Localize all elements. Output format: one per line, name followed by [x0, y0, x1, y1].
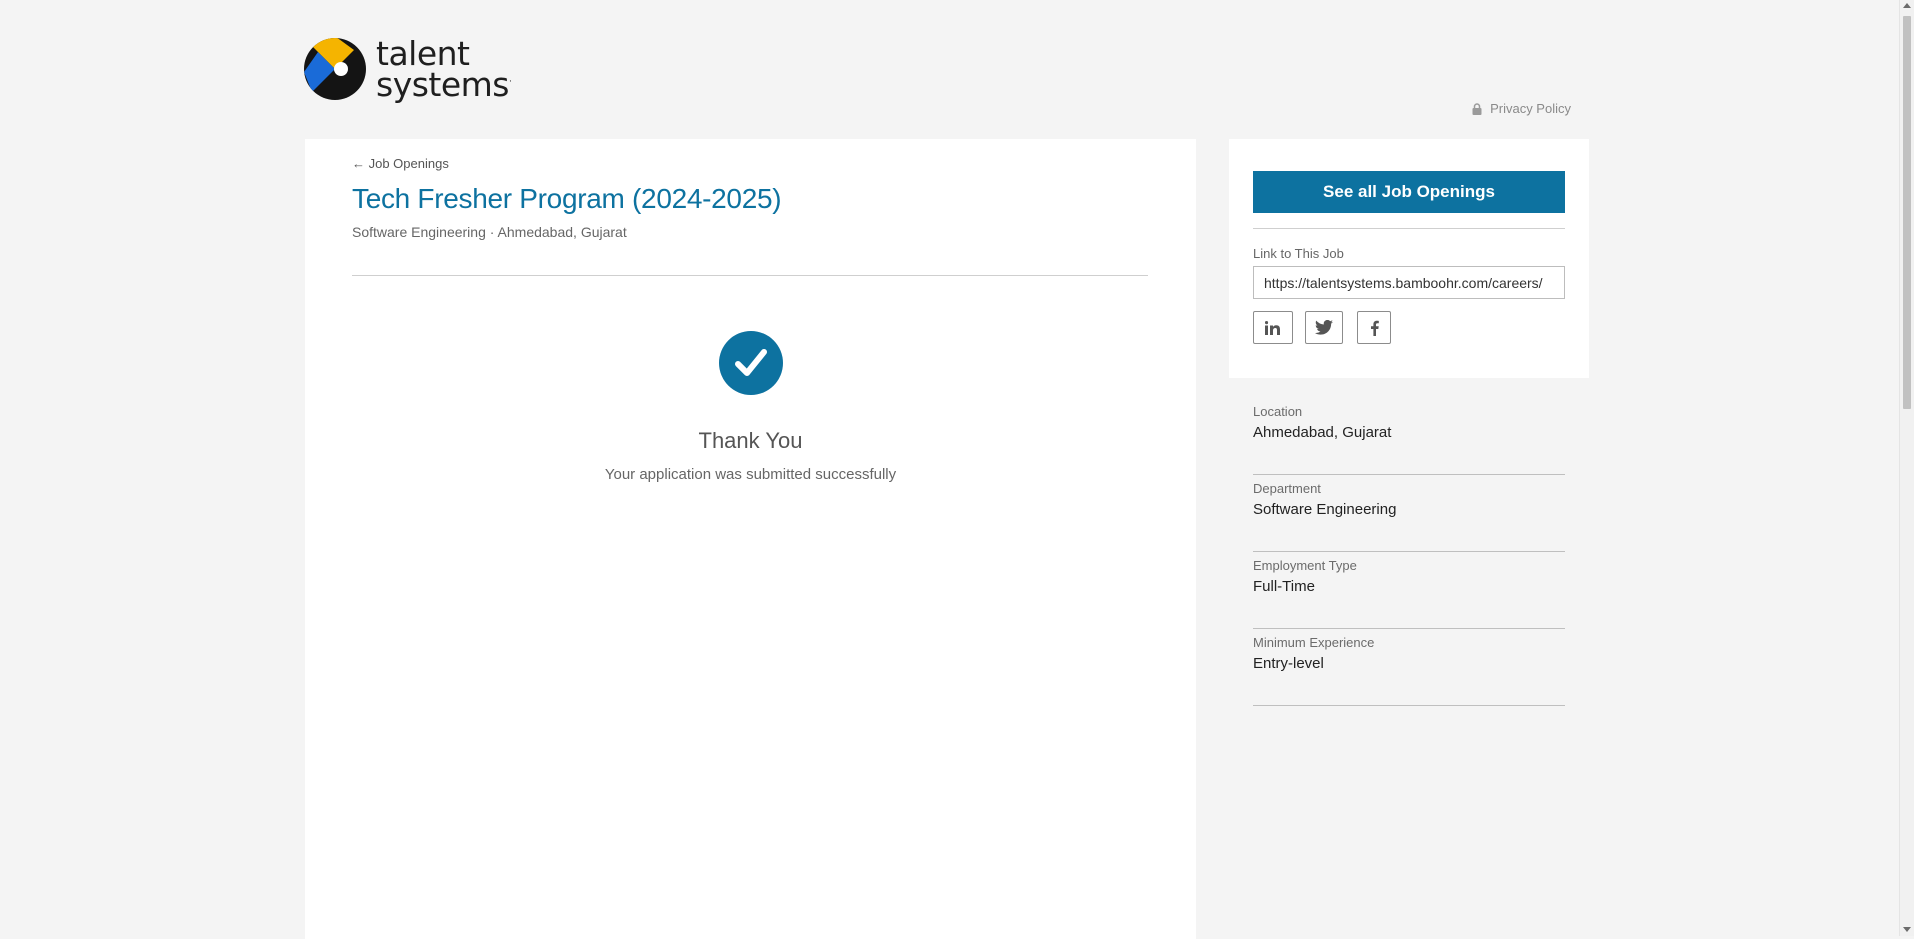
linkedin-icon: [1265, 320, 1280, 335]
submission-message: Your application was submitted successfu…: [604, 466, 897, 483]
job-link-field[interactable]: [1253, 266, 1565, 299]
detail-employment-type: Employment Type Full-Time: [1253, 552, 1565, 629]
detail-department: Department Software Engineering: [1253, 475, 1565, 552]
back-to-job-openings-link[interactable]: ← Job Openings: [352, 156, 449, 171]
scrollbar-thumb[interactable]: [1903, 16, 1911, 409]
detail-label: Location: [1253, 404, 1303, 419]
logo-mark-icon: [304, 38, 366, 100]
scroll-up-arrow-icon[interactable]: [1903, 3, 1911, 8]
logo-dot: ·: [509, 77, 512, 87]
detail-label: Minimum Experience: [1253, 635, 1375, 650]
job-subtitle: Software Engineering · Ahmedabad, Gujara…: [352, 224, 627, 240]
privacy-policy-label[interactable]: Privacy Policy: [1490, 101, 1571, 116]
job-details-list: Location Ahmedabad, Gujarat Department S…: [1253, 398, 1565, 706]
detail-value: Entry-level: [1253, 655, 1324, 672]
detail-location: Location Ahmedabad, Gujarat: [1253, 398, 1565, 475]
logo-wordmark: talent systems·: [376, 34, 512, 104]
check-circle-icon: [719, 331, 783, 395]
detail-value: Full-Time: [1253, 578, 1315, 595]
thank-you-heading: Thank You: [698, 428, 803, 453]
divider: [1253, 228, 1565, 229]
job-title: Tech Fresher Program (2024-2025): [352, 183, 782, 214]
page-scrollbar[interactable]: [1899, 0, 1914, 936]
share-card: See all Job Openings Link to This Job: [1229, 139, 1589, 378]
logo-line-systems: systems·: [376, 65, 512, 104]
company-logo[interactable]: talent systems·: [304, 34, 512, 104]
share-facebook-button[interactable]: [1357, 311, 1391, 344]
scroll-down-arrow-icon[interactable]: [1903, 927, 1911, 932]
lock-icon: [1472, 102, 1482, 115]
twitter-icon: [1315, 320, 1333, 335]
facebook-icon: [1370, 320, 1379, 336]
privacy-policy-link[interactable]: Privacy Policy: [1472, 101, 1571, 116]
divider: [352, 275, 1148, 276]
detail-label: Department: [1253, 481, 1321, 496]
link-to-job-label: Link to This Job: [1253, 246, 1344, 261]
detail-value: Software Engineering: [1253, 501, 1397, 518]
job-card: ← Job Openings Tech Fresher Program (202…: [305, 139, 1196, 939]
detail-value: Ahmedabad, Gujarat: [1253, 424, 1392, 441]
detail-minimum-experience: Minimum Experience Entry-level: [1253, 629, 1565, 706]
see-all-job-openings-button[interactable]: See all Job Openings: [1253, 171, 1565, 213]
detail-label: Employment Type: [1253, 558, 1357, 573]
logo-line-talent: talent: [376, 34, 470, 73]
share-twitter-button[interactable]: [1305, 311, 1343, 344]
share-linkedin-button[interactable]: [1253, 311, 1293, 344]
